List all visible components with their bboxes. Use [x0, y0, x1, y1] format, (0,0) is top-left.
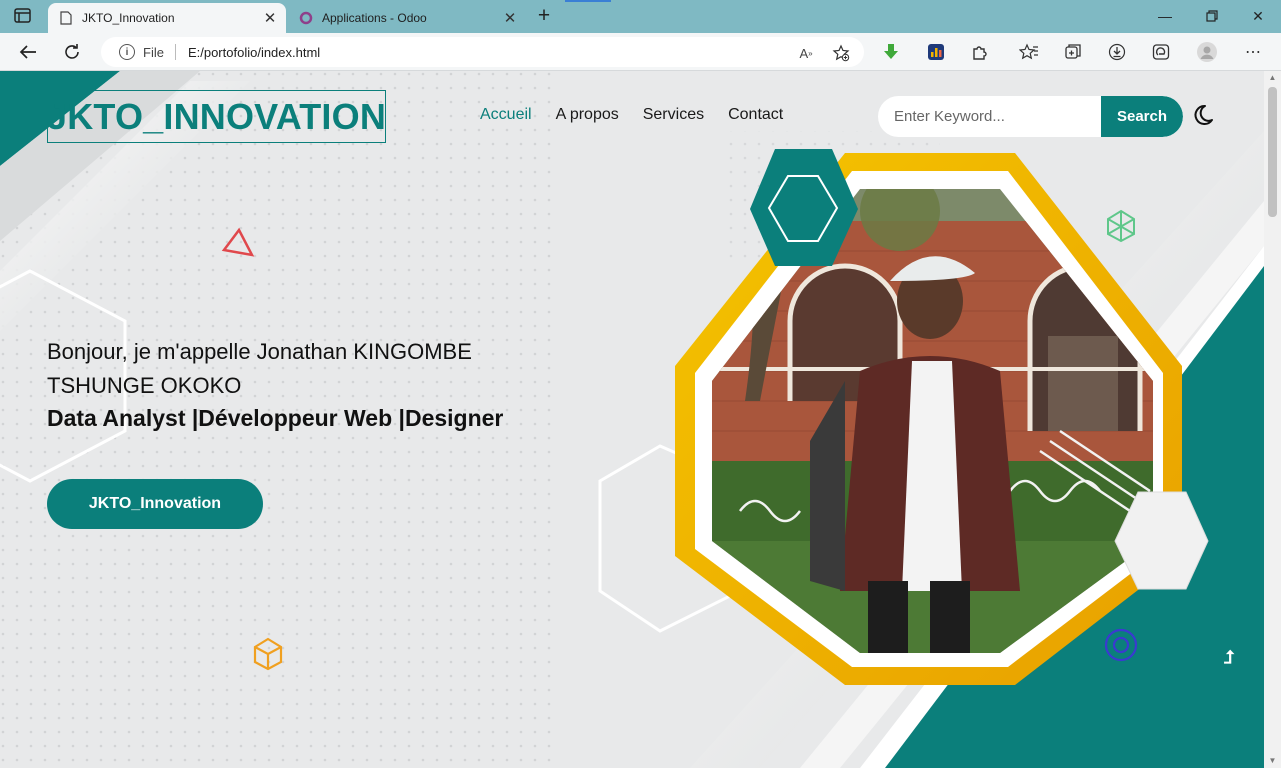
close-icon[interactable]: ✕: [262, 10, 278, 27]
hero-roles: Data Analyst |Développeur Web |Designer: [47, 405, 504, 431]
back-to-top-icon[interactable]: ⮥: [1218, 646, 1240, 668]
tab-odoo[interactable]: Applications - Odoo ✕: [288, 3, 526, 33]
portfolio-page: JKTO_INNOVATION Accueil A propos Service…: [0, 71, 1264, 768]
hero-cta-button[interactable]: JKTO_Innovation: [47, 479, 263, 529]
favorites-icon[interactable]: [1018, 41, 1040, 63]
window-close-icon[interactable]: ✕: [1247, 6, 1269, 26]
read-aloud-icon[interactable]: A»: [797, 44, 815, 62]
dark-mode-toggle-icon[interactable]: [1191, 103, 1215, 127]
odoo-icon: [299, 11, 313, 25]
tab-actions-icon[interactable]: [14, 8, 32, 24]
tab-jkto-innovation[interactable]: JKTO_Innovation ✕: [48, 3, 286, 33]
close-icon[interactable]: ✕: [502, 10, 518, 27]
favorite-add-icon[interactable]: [832, 44, 850, 62]
new-tab-button[interactable]: +: [533, 4, 555, 27]
browser-toolbar: i File E:/portofolio/index.html A» ⋯: [0, 33, 1281, 71]
tab-title: Applications - Odoo: [322, 11, 427, 25]
refresh-icon[interactable]: [59, 40, 85, 64]
downloads-icon[interactable]: [1106, 41, 1128, 63]
main-nav: Accueil A propos Services Contact: [480, 106, 783, 124]
page-scrollbar[interactable]: ▲ ▼: [1264, 71, 1281, 768]
more-options-icon[interactable]: ⋯: [1242, 41, 1264, 63]
hero-text: Bonjour, je m'appelle Jonathan KINGOMBE …: [47, 335, 567, 432]
extensions-icon[interactable]: [969, 41, 991, 63]
nav-link-services[interactable]: Services: [643, 106, 704, 124]
restore-icon[interactable]: [1201, 6, 1223, 26]
tab-title: JKTO_Innovation: [82, 11, 175, 25]
scrollbar-thumb[interactable]: [1268, 87, 1277, 217]
edge-app-icon[interactable]: [1150, 41, 1172, 63]
back-icon[interactable]: [15, 40, 41, 64]
url-text[interactable]: E:/portofolio/index.html: [188, 45, 320, 60]
scroll-down-icon[interactable]: ▼: [1268, 757, 1277, 765]
analytics-extension-icon[interactable]: [925, 41, 947, 63]
info-icon[interactable]: i: [119, 44, 135, 60]
tab-indicator: [565, 0, 611, 2]
minimize-icon[interactable]: —: [1154, 6, 1176, 26]
profile-avatar-icon[interactable]: [1196, 41, 1218, 63]
nav-link-accueil[interactable]: Accueil: [480, 106, 532, 124]
nav-link-contact[interactable]: Contact: [728, 106, 783, 124]
scroll-up-icon[interactable]: ▲: [1268, 74, 1277, 82]
browser-tab-bar: JKTO_Innovation ✕ Applications - Odoo ✕ …: [0, 0, 1281, 33]
site-logo[interactable]: JKTO_INNOVATION: [47, 90, 386, 143]
hero-greeting: Bonjour, je m'appelle Jonathan KINGOMBE …: [47, 339, 472, 398]
url-scheme-label: File: [143, 44, 164, 60]
page-icon: [59, 11, 73, 25]
nav-link-a-propos[interactable]: A propos: [556, 106, 619, 124]
url-divider: [174, 44, 176, 60]
search-button[interactable]: Search: [1101, 96, 1183, 137]
search-form: Search: [878, 96, 1183, 137]
address-bar[interactable]: i File E:/portofolio/index.html A»: [101, 37, 864, 67]
search-input[interactable]: [878, 96, 1100, 137]
download-extension-icon[interactable]: [880, 41, 902, 63]
collections-icon[interactable]: [1062, 41, 1084, 63]
